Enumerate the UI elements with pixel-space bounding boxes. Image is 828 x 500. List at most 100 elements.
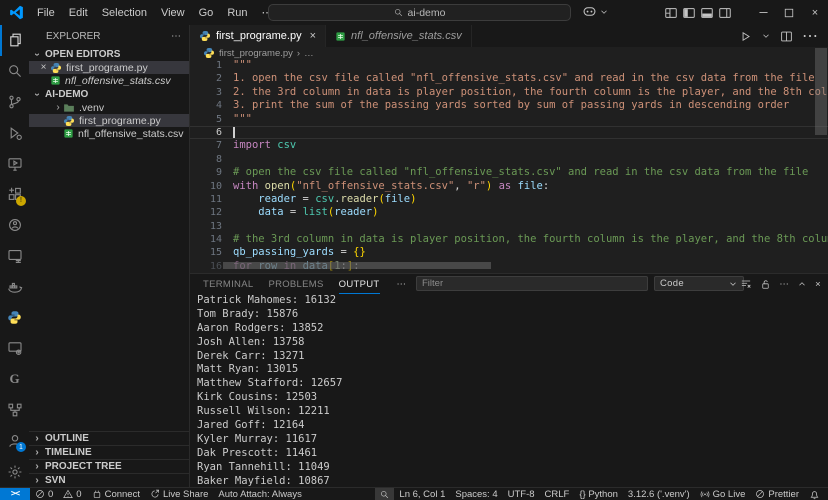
panel-more-icon[interactable]: ⋯ [397, 279, 407, 290]
split-editor-button[interactable] [780, 30, 793, 43]
close-tab-icon[interactable]: × [310, 30, 316, 42]
prettier[interactable]: Prettier [750, 488, 804, 500]
tree-item-.venv[interactable]: › .venv [29, 101, 189, 114]
chevron-down-button[interactable] [761, 31, 771, 41]
panel-tab-problems[interactable]: PROBLEMS [268, 274, 323, 294]
activity-extensions[interactable]: ! [0, 179, 29, 210]
warnings-count[interactable]: 0 [58, 488, 86, 500]
editor-horizontal-scrollbar[interactable] [223, 262, 491, 269]
command-center-search[interactable]: ai-demo [268, 4, 571, 21]
close-button[interactable]: × [815, 279, 821, 290]
toggle-secondary-sidebar-button[interactable] [716, 0, 734, 25]
activity-accounts[interactable]: 1 [0, 425, 29, 456]
tree-item-nfl_offensive_stats.csv[interactable]: nfl_offensive_stats.csv [29, 127, 189, 140]
status-text: Ln 6, Col 1 [399, 488, 446, 500]
menu-item-view[interactable]: View [154, 5, 192, 21]
menu-item-selection[interactable]: Selection [95, 5, 154, 21]
code-line-5[interactable]: 5 """ [190, 113, 828, 126]
output-filter-input[interactable] [416, 276, 648, 291]
more-actions-icon[interactable]: ⋯ [171, 31, 181, 42]
clear-output-button[interactable] [740, 278, 752, 290]
editor-vertical-scrollbar[interactable] [815, 48, 827, 135]
tab-first_programe.py[interactable]: first_programe.py × [190, 25, 327, 47]
code-line-4[interactable]: 4 3. print the sum of the passing yards s… [190, 99, 828, 112]
go-live[interactable]: Go Live [695, 488, 751, 500]
cursor-position[interactable]: Ln 6, Col 1 [394, 488, 450, 500]
panel-tab-output[interactable]: OUTPUT [339, 274, 380, 294]
code-line-13[interactable]: 13 [190, 220, 828, 233]
output-console[interactable]: Patrick Mahomes: 16132 Tom Brady: 15876 Aa… [190, 294, 828, 487]
menu-item-go[interactable]: Go [192, 5, 221, 21]
tree-item-first_programe.py[interactable]: first_programe.py [29, 114, 189, 127]
activity-live-preview[interactable] [0, 148, 29, 179]
section-outline[interactable]: › OUTLINE [29, 431, 189, 445]
zoom-indicator[interactable] [375, 488, 395, 500]
language-mode[interactable]: {} Python [574, 488, 623, 500]
code-line-15[interactable]: 15 qb_passing_yards = {} [190, 246, 828, 259]
activity-organization[interactable] [0, 210, 29, 241]
python-interpreter[interactable]: 3.12.6 ('.venv') [623, 488, 695, 500]
notifications[interactable] [804, 488, 825, 500]
ellipsis-button[interactable]: ⋯ [779, 279, 789, 290]
close-editor-icon[interactable]: × [37, 62, 50, 73]
eol[interactable]: CRLF [540, 488, 575, 500]
activity-settings[interactable] [0, 456, 29, 487]
encoding[interactable]: UTF-8 [503, 488, 540, 500]
unlock-button[interactable] [760, 279, 771, 290]
breadcrumb-more[interactable]: … [304, 48, 314, 59]
code-editor[interactable]: 1 """ 2 1. open the csv file called "nfl_of… [190, 59, 828, 273]
code-line-9[interactable]: 9 # open the csv file called "nfl_offensi… [190, 166, 828, 179]
code-line-8[interactable]: 8 [190, 153, 828, 166]
activity-remote-explorer[interactable] [0, 333, 29, 364]
output-channel-select[interactable]: Code [654, 276, 744, 291]
maximize-button[interactable] [776, 0, 802, 25]
activity-gitlens[interactable]: G [0, 364, 29, 395]
code-line-1[interactable]: 1 """ [190, 59, 828, 72]
activity-python[interactable] [0, 302, 29, 333]
code-line-10[interactable]: 10 with open("nfl_offensive_stats.csv", "… [190, 180, 828, 193]
code-line-3[interactable]: 3 2. the 3rd column in data is player pos… [190, 86, 828, 99]
connect[interactable]: Connect [87, 488, 145, 500]
code-line-2[interactable]: 2 1. open the csv file called "nfl_offens… [190, 72, 828, 85]
auto-attach[interactable]: Auto Attach: Always [213, 488, 306, 500]
ellipsis-button[interactable]: ⋯ [802, 26, 818, 46]
section-open-editors[interactable]: › OPEN EDITORS [29, 47, 189, 61]
toggle-panel-button[interactable] [698, 0, 716, 25]
toggle-primary-sidebar-button[interactable] [680, 0, 698, 25]
panel-tab-terminal[interactable]: TERMINAL [203, 274, 253, 294]
code-line-14[interactable]: 14 # the 3rd column in data is player pos… [190, 233, 828, 246]
section-workspace[interactable]: › AI-DEMO [29, 87, 189, 101]
open-editor-first_programe.py[interactable]: × first_programe.py [29, 61, 189, 74]
activity-source-control[interactable] [0, 87, 29, 118]
tab-nfl_offensive_stats.csv[interactable]: nfl_offensive_stats.csv [326, 25, 472, 47]
unlock-icon [760, 279, 771, 290]
copilot-menu[interactable] [582, 4, 609, 19]
menu-item-run[interactable]: Run [220, 5, 254, 21]
section-svn[interactable]: › SVN [29, 473, 189, 487]
layout-customize-button[interactable] [662, 0, 680, 25]
code-line-12[interactable]: 12 data = list(reader) [190, 206, 828, 219]
section-project-tree[interactable]: › PROJECT TREE [29, 459, 189, 473]
activity-explorer[interactable] [0, 25, 29, 56]
activity-docker[interactable] [0, 271, 29, 302]
close-button[interactable]: × [802, 0, 828, 25]
menu-item-edit[interactable]: Edit [62, 5, 95, 21]
activity-sqltools[interactable] [0, 241, 29, 272]
live-share[interactable]: Live Share [145, 488, 213, 500]
section-timeline[interactable]: › TIMELINE [29, 445, 189, 459]
indentation[interactable]: Spaces: 4 [450, 488, 502, 500]
errors-count[interactable]: 0 [30, 488, 58, 500]
open-editor-nfl_offensive_stats.csv[interactable]: nfl_offensive_stats.csv [29, 74, 189, 87]
activity-project-manager[interactable] [0, 395, 29, 426]
menu-item-file[interactable]: File [30, 5, 62, 21]
play-button[interactable] [739, 30, 752, 43]
chevron-up-button[interactable] [797, 279, 807, 289]
code-line-11[interactable]: 11 reader = csv.reader(file) [190, 193, 828, 206]
code-line-7[interactable]: 7 import csv [190, 139, 828, 152]
code-line-6[interactable]: 6 [190, 126, 828, 139]
breadcrumb-file[interactable]: first_programe.py [219, 48, 293, 59]
minimize-button[interactable] [750, 0, 776, 25]
activity-run-debug[interactable] [0, 117, 29, 148]
activity-search[interactable] [0, 56, 29, 87]
remote-indicator[interactable]: >< [0, 488, 30, 500]
